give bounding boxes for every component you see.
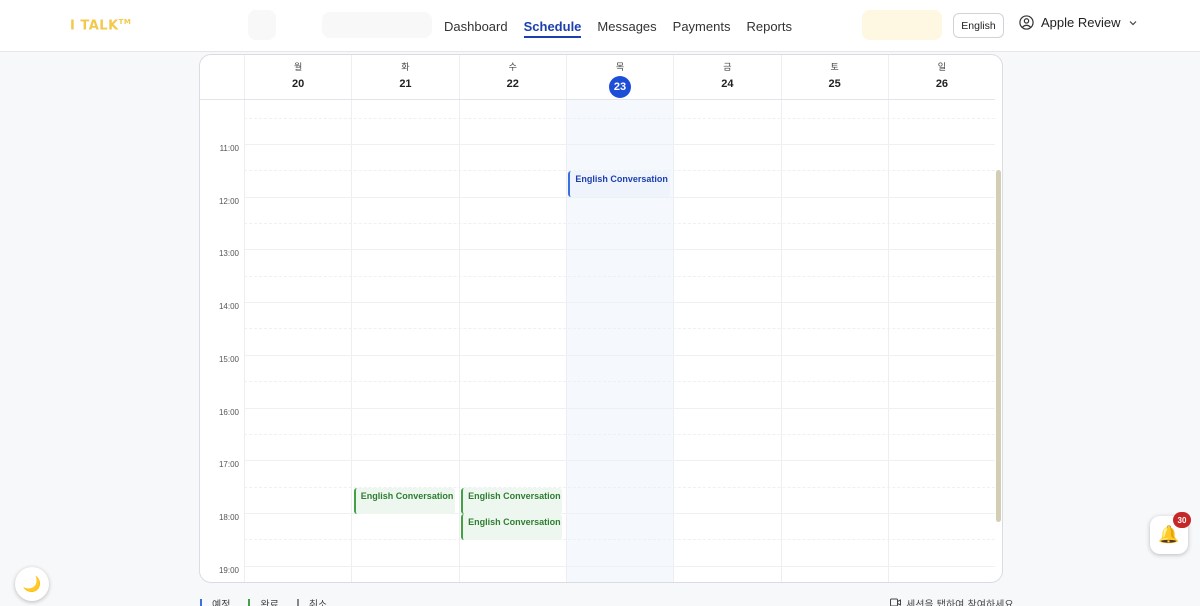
column-divider xyxy=(673,100,675,582)
day-of-week: 목 xyxy=(615,63,625,73)
legend-swatch xyxy=(296,598,299,606)
day-date: 24 xyxy=(721,78,734,90)
nav-dashboard[interactable]: Dashboard xyxy=(444,15,508,38)
day-date: 26 xyxy=(935,78,949,90)
moon-icon: 🌙 xyxy=(22,576,42,593)
day-header[interactable]: 월 20 xyxy=(244,55,351,99)
day-of-week: 화 xyxy=(401,63,410,73)
user-menu[interactable]: Apple Review xyxy=(1019,15,1138,30)
nav-payments[interactable]: Payments xyxy=(673,15,731,38)
user-name: Apple Review xyxy=(1041,15,1121,30)
nav-reports[interactable]: Reports xyxy=(746,15,792,38)
time-label: 14:00 xyxy=(218,302,239,312)
legend-swatch xyxy=(248,598,251,606)
time-gridline xyxy=(244,433,995,435)
column-divider xyxy=(244,100,245,582)
main-nav: Dashboard Schedule Messages Payments Rep… xyxy=(444,0,792,52)
logo[interactable]: I TALKTM xyxy=(70,18,131,33)
time-label: 13:00 xyxy=(218,249,239,259)
time-gridline xyxy=(244,223,995,225)
column-divider xyxy=(351,100,353,582)
time-label: 12:00 xyxy=(218,196,239,206)
top-header: I TALKTM Dashboard Schedule Messages Pay… xyxy=(0,0,1200,52)
time-gridline xyxy=(244,144,995,145)
day-date: 21 xyxy=(399,78,412,90)
column-divider xyxy=(887,100,889,582)
time-gridline xyxy=(244,565,995,567)
time-grid[interactable]: 11:00 12:00 13:00 14:00 15:00 16:00 17:00 18:00… xyxy=(200,100,995,582)
day-header[interactable]: 화 21 xyxy=(351,55,458,99)
theme-toggle-button[interactable]: 🌙 xyxy=(15,567,49,601)
legend-swatch xyxy=(200,598,202,606)
time-gridline xyxy=(244,302,995,304)
calendar-scrollbar[interactable] xyxy=(996,170,1001,522)
time-gridline xyxy=(244,539,995,541)
legend-completed: 완료 xyxy=(248,596,279,606)
day-header[interactable]: 금 24 xyxy=(673,55,780,99)
day-of-week: 토 xyxy=(830,63,839,73)
time-gridline xyxy=(244,249,995,251)
column-divider xyxy=(565,100,567,582)
day-of-week: 월 xyxy=(294,63,303,73)
notification-badge: 30 xyxy=(1173,512,1191,528)
time-label: 16:00 xyxy=(218,407,239,417)
time-label: 15:00 xyxy=(218,354,239,364)
time-gridline xyxy=(244,407,995,409)
blurred-placeholder xyxy=(862,10,942,40)
language-button[interactable]: English xyxy=(953,13,1004,38)
day-of-week: 금 xyxy=(723,63,732,73)
time-gridline xyxy=(244,328,995,330)
legend-cancelled: 취소 xyxy=(296,596,327,606)
user-circle-icon xyxy=(1019,15,1034,30)
legend-scheduled: 예정 xyxy=(200,596,230,606)
blurred-placeholder xyxy=(322,12,432,38)
event-block[interactable]: English Conversation xyxy=(353,487,456,514)
video-icon xyxy=(890,598,901,606)
time-gridline xyxy=(244,354,995,356)
day-date: 22 xyxy=(506,78,519,90)
column-divider xyxy=(458,100,460,582)
blurred-placeholder xyxy=(248,10,276,40)
time-gridline xyxy=(244,460,995,462)
day-of-week: 수 xyxy=(508,63,517,73)
week-calendar: 월 20 화 21 수 22 목 23 금 24 토 25 일 26 11:00 12:00 13:00 14:… xyxy=(199,54,1003,583)
time-label: 18:00 xyxy=(218,512,239,522)
time-label: 19:00 xyxy=(218,565,239,575)
time-gridline xyxy=(244,381,995,383)
join-hint: 세션을 탭하여 참여하세요 xyxy=(890,596,1014,606)
time-label: 11:00 xyxy=(219,144,239,153)
event-block[interactable]: English Conversation xyxy=(461,513,563,540)
event-block[interactable]: English Conversation xyxy=(568,171,670,198)
chevron-down-icon xyxy=(1128,18,1138,28)
status-legend: 예정 완료 취소 xyxy=(200,596,327,606)
day-header[interactable]: 수 22 xyxy=(458,55,566,99)
nav-schedule[interactable]: Schedule xyxy=(523,15,582,38)
day-date: 20 xyxy=(292,78,305,90)
day-header[interactable]: 목 23 xyxy=(565,55,673,99)
day-header[interactable]: 토 25 xyxy=(780,55,888,99)
today-date: 23 xyxy=(609,76,632,98)
nav-messages[interactable]: Messages xyxy=(597,15,656,38)
event-block[interactable]: English Conversation xyxy=(461,487,563,514)
time-label: 17:00 xyxy=(218,460,239,470)
day-of-week: 일 xyxy=(937,63,947,73)
bell-icon: 🔔 xyxy=(1158,525,1180,544)
time-gridline xyxy=(244,275,995,277)
time-gridline xyxy=(244,117,995,119)
column-divider xyxy=(780,100,782,582)
day-date: 25 xyxy=(828,78,841,90)
day-header[interactable]: 일 26 xyxy=(887,55,995,99)
